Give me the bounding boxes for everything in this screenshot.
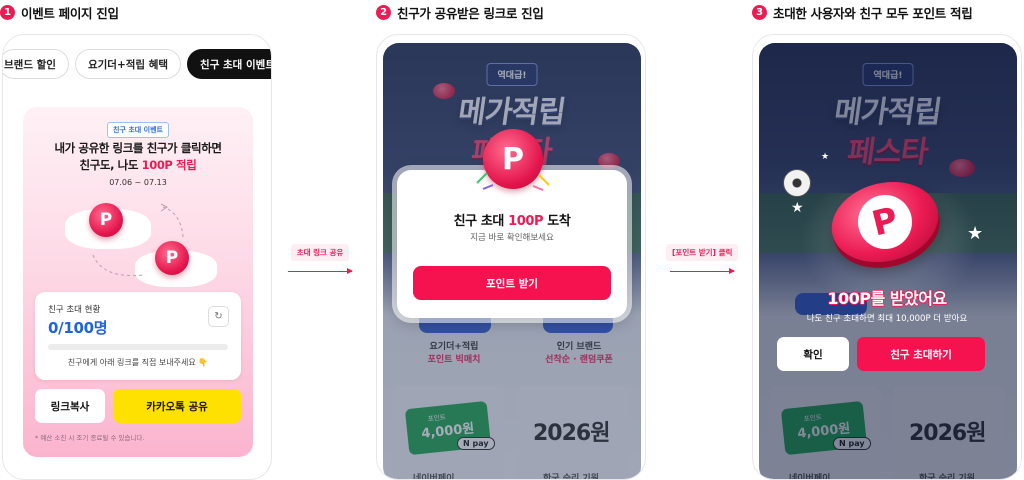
confetti-icon bbox=[476, 172, 550, 191]
coin-letter: P bbox=[868, 199, 902, 245]
event-badge: 친구 초대 이벤트 bbox=[107, 122, 169, 138]
result-title: 100P를 받았어요 bbox=[827, 289, 947, 308]
arrow-right-icon bbox=[670, 268, 736, 274]
invite-friends-button[interactable]: 친구 초대하기 bbox=[857, 337, 985, 371]
budget-footnote: * 예산 소진 시 조기 종료될 수 있습니다. bbox=[35, 434, 145, 442]
result-subtitle: 나도 친구 초대하면 최대 10,000P 더 받아요 bbox=[806, 314, 968, 324]
phone-event-page: 브랜드 할인 요기더+적립 혜택 친구 초대 이벤트 친구 초대 이벤트 내가 … bbox=[2, 34, 272, 480]
event-title-prefix: 친구도, 나도 bbox=[79, 158, 142, 172]
curved-arrow-icon bbox=[92, 203, 184, 277]
kakao-share-button[interactable]: 카카오톡 공유 bbox=[113, 389, 241, 423]
event-title-highlight: 100P 적립 bbox=[141, 158, 197, 172]
step-number: 2 bbox=[376, 5, 391, 20]
flow-arrow-1: 초대 링크 공유 bbox=[288, 244, 353, 274]
modal-title: 친구 초대 100P 도착 bbox=[397, 210, 627, 229]
sparkle-star-icon: ★ bbox=[791, 200, 804, 216]
flow-arrow-2: [포인트 받기] 클릭 bbox=[666, 244, 739, 274]
sparkle-star-icon: ★ bbox=[821, 152, 830, 162]
coin-face: P bbox=[852, 189, 918, 255]
festival-page-background: 역대급! 메가적립 페스타 포인트 4,000원 N pay 2026원 네이버… bbox=[759, 43, 1017, 479]
status-hint: 친구에게 아래 링크를 직접 보내주세요 👇 bbox=[67, 358, 209, 367]
sparkle-star-icon: ★ bbox=[967, 223, 984, 244]
soccer-ball-icon bbox=[783, 169, 811, 197]
step-title: 초대한 사용자와 친구 모두 포인트 적립 bbox=[773, 6, 973, 21]
arrow-label: [포인트 받기] 클릭 bbox=[666, 244, 739, 261]
phone-shared-link: 역대급! 메가적립 페스타 요기더+적립 포인트 빅매치 인기 브랜드 선착순 … bbox=[376, 34, 646, 480]
event-title-line1: 내가 공유한 링크를 친구가 클릭하면 bbox=[54, 141, 222, 155]
step-number: 3 bbox=[752, 5, 767, 20]
tab-friend-invite[interactable]: 친구 초대 이벤트 bbox=[187, 49, 271, 79]
refresh-icon[interactable]: ↻ bbox=[208, 306, 229, 327]
event-date: 07.06 ~ 07.13 bbox=[109, 178, 167, 187]
event-title: 내가 공유한 링크를 친구가 클릭하면 친구도, 나도 100P 적립 bbox=[23, 140, 253, 174]
confirm-button[interactable]: 확인 bbox=[777, 337, 849, 371]
tab-brand-discount[interactable]: 브랜드 할인 bbox=[3, 49, 69, 79]
progress-bar bbox=[48, 344, 228, 350]
event-title-line2: 친구도, 나도 100P 적립 bbox=[23, 157, 253, 174]
step-title: 친구가 공유받은 링크로 진입 bbox=[397, 6, 544, 21]
step-number: 1 bbox=[0, 5, 15, 20]
step-title: 이벤트 페이지 진입 bbox=[21, 6, 119, 21]
tab-yogider-benefit[interactable]: 요기더+적립 혜택 bbox=[74, 49, 182, 79]
tab-bar: 브랜드 할인 요기더+적립 혜택 친구 초대 이벤트 bbox=[3, 49, 271, 79]
modal-title-prefix: 친구 초대 bbox=[453, 214, 509, 229]
step-2-header: 2 친구가 공유받은 링크로 진입 bbox=[376, 3, 544, 22]
modal-subtitle: 지금 바로 확인해보세요 bbox=[470, 233, 554, 243]
copy-link-button[interactable]: 링크복사 bbox=[35, 389, 105, 423]
status-label: 친구 초대 현황 bbox=[48, 305, 101, 315]
modal-title-highlight: 100P bbox=[508, 214, 544, 229]
modal-title-suffix: 도착 bbox=[543, 214, 571, 229]
arrow-right-icon bbox=[288, 268, 353, 274]
step-3-header: 3 초대한 사용자와 친구 모두 포인트 적립 bbox=[752, 3, 973, 22]
invite-status-card: 친구 초대 현황 0/100명 ↻ 친구에게 아래 링크를 직접 보내주세요 👇 bbox=[35, 292, 241, 380]
invite-count: 0/100명 bbox=[48, 319, 108, 337]
invite-event-card: 친구 초대 이벤트 내가 공유한 링크를 친구가 클릭하면 친구도, 나도 10… bbox=[23, 107, 253, 457]
step-1-header: 1 이벤트 페이지 진입 bbox=[0, 3, 119, 22]
phone-points-result: 역대급! 메가적립 페스타 포인트 4,000원 N pay 2026원 네이버… bbox=[752, 34, 1022, 480]
receive-points-button[interactable]: 포인트 받기 bbox=[413, 266, 611, 300]
arrow-label: 초대 링크 공유 bbox=[290, 244, 350, 261]
